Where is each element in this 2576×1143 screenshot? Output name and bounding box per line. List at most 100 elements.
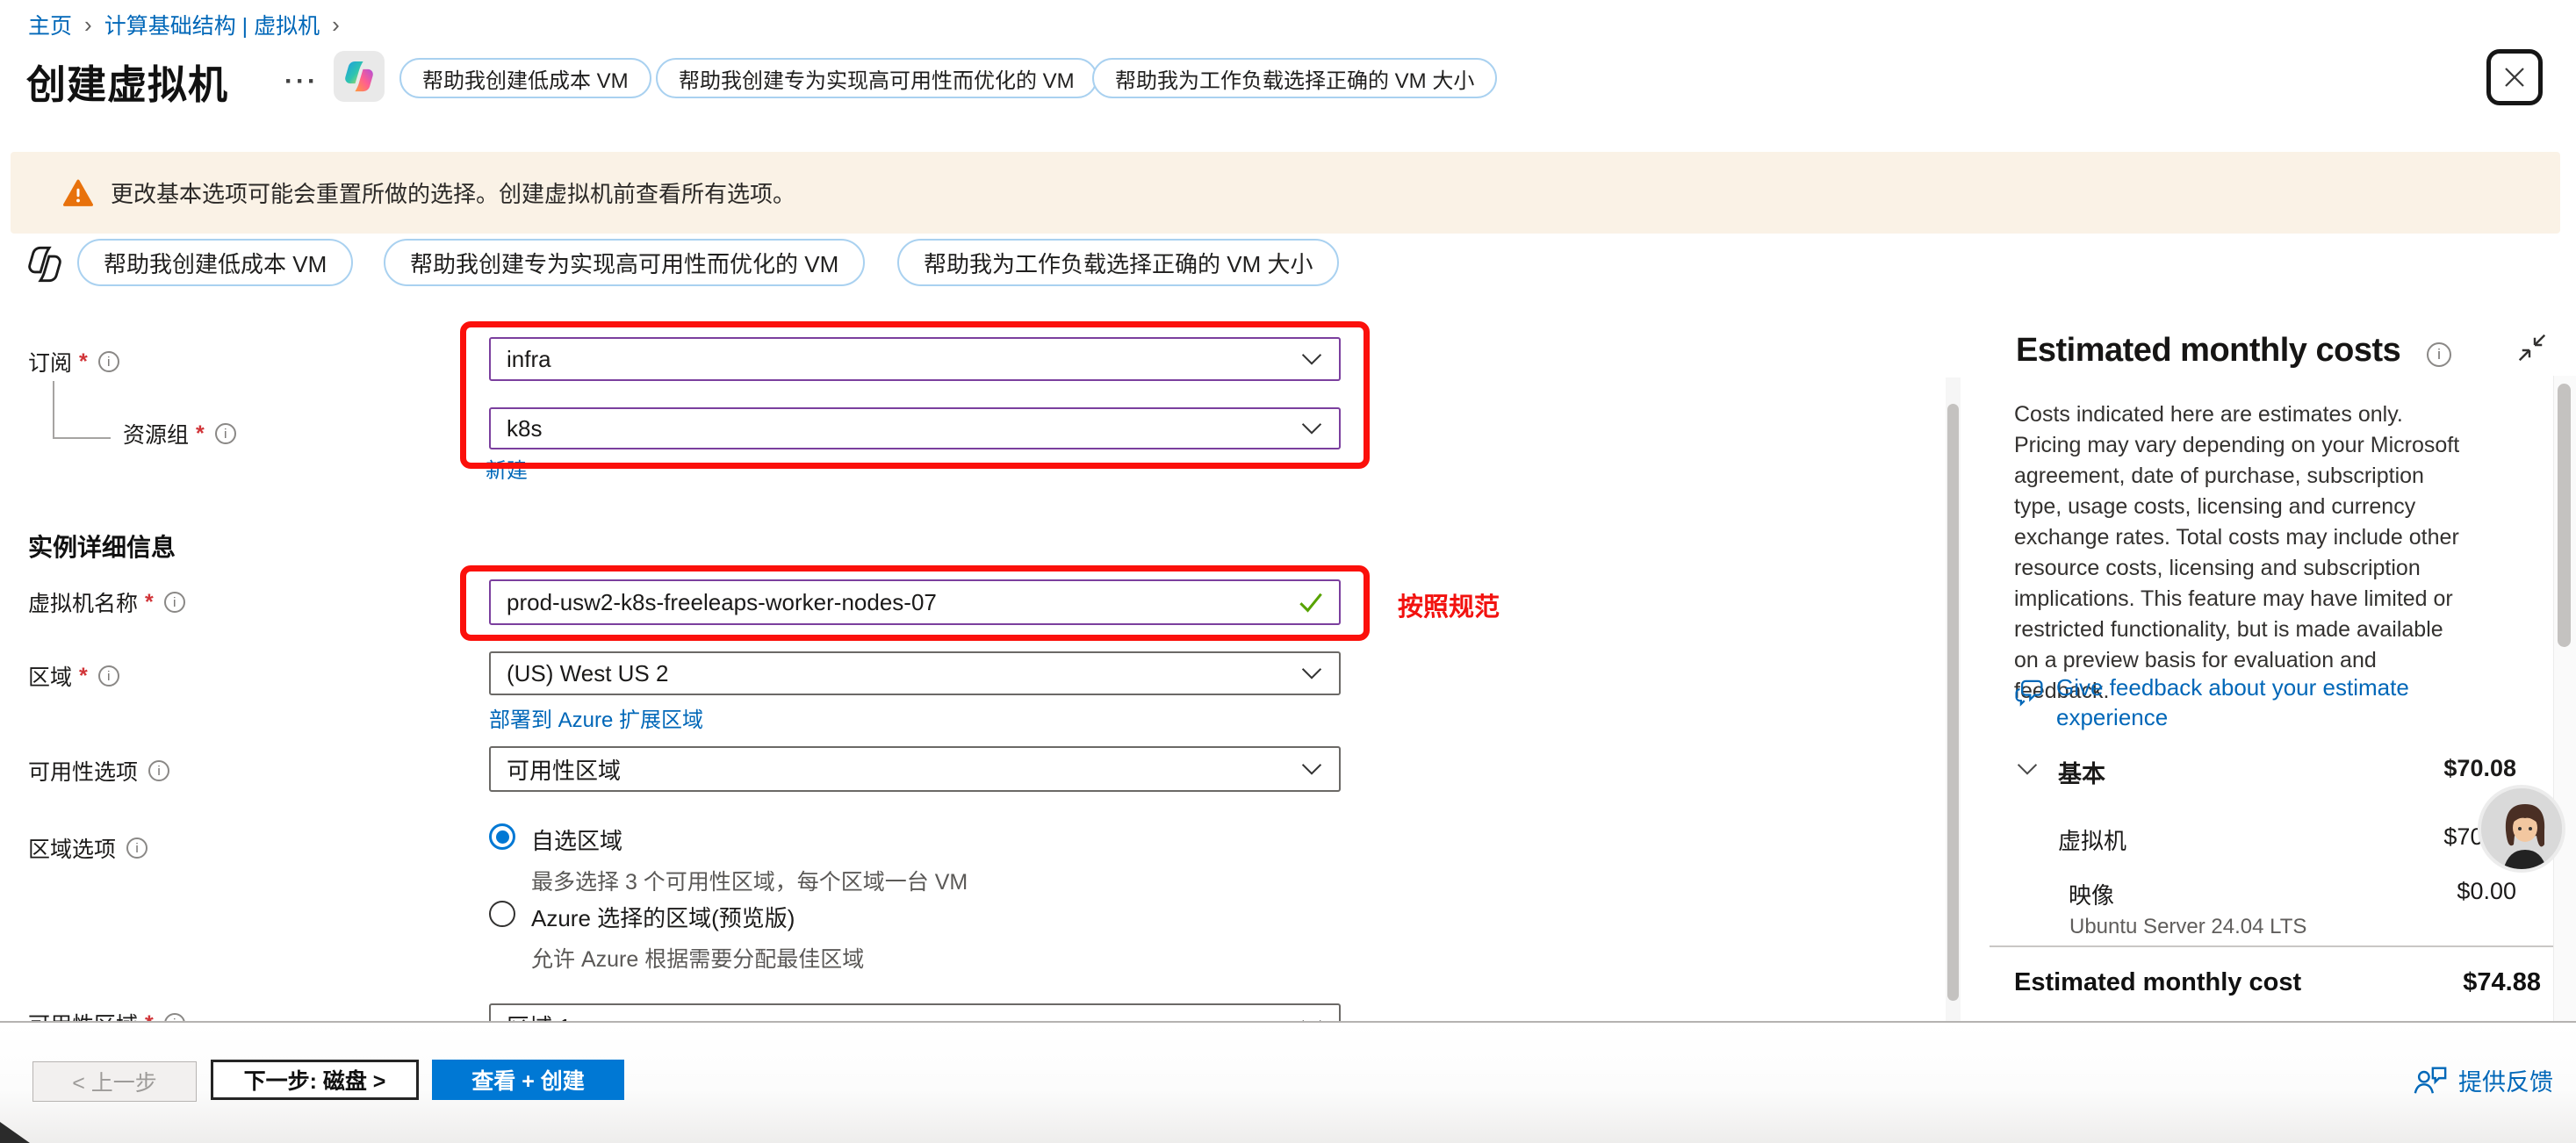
- instance-details-heading: 实例详细信息: [28, 528, 176, 564]
- info-icon[interactable]: i: [164, 592, 185, 613]
- region-dropdown[interactable]: (US) West US 2: [489, 651, 1341, 695]
- estimate-feedback-link[interactable]: Give feedback about your estimate experi…: [2014, 672, 2478, 732]
- resource-group-value: k8s: [507, 415, 1300, 442]
- close-button[interactable]: [2486, 49, 2543, 105]
- availability-options-dropdown[interactable]: 可用性区域: [489, 746, 1341, 792]
- info-icon[interactable]: i: [126, 837, 148, 859]
- close-icon: [2501, 64, 2528, 90]
- vm-name-input[interactable]: prod-usw2-k8s-freeleaps-worker-nodes-07: [489, 579, 1341, 625]
- create-new-resource-group-link[interactable]: 新建: [486, 453, 528, 484]
- subscription-label: 订阅: [28, 346, 72, 377]
- radio-self-select-description: 最多选择 3 个可用性区域，每个区域一台 VM: [531, 865, 968, 896]
- chevron-down-icon: [1300, 666, 1323, 680]
- avatar: [2478, 785, 2565, 873]
- cost-group-label[interactable]: 基本: [2058, 755, 2105, 789]
- required-asterisk: *: [79, 664, 88, 689]
- chevron-down-icon[interactable]: [2016, 762, 2039, 776]
- chevron-down-icon: [1300, 762, 1323, 776]
- cursor-artifact: [0, 1122, 30, 1143]
- warning-icon: [63, 179, 93, 207]
- feedback-link[interactable]: 提供反馈: [2413, 1063, 2553, 1097]
- help-low-cost-vm-button[interactable]: 帮助我创建低成本 VM: [399, 58, 651, 98]
- radio-self-select[interactable]: [489, 823, 515, 850]
- vm-name-annotation: 按照规范: [1398, 586, 1500, 623]
- info-icon[interactable]: i: [98, 665, 119, 687]
- page-scrollbar-thumb[interactable]: [2558, 384, 2571, 647]
- cost-row-image-subtext: Ubuntu Server 24.04 LTS: [2069, 915, 2306, 939]
- field-connector-line: [53, 437, 111, 439]
- copilot-icon: [341, 58, 378, 95]
- collapse-panel-icon[interactable]: [2516, 332, 2548, 363]
- subscription-label-row: 订阅 * i: [28, 346, 119, 377]
- more-options-button[interactable]: ···: [284, 67, 319, 97]
- required-asterisk: *: [196, 421, 205, 447]
- help-low-cost-vm-button-2[interactable]: 帮助我创建低成本 VM: [77, 239, 353, 286]
- warning-text: 更改基本选项可能会重置所做的选择。创建虚拟机前查看所有选项。: [111, 176, 795, 209]
- field-connector-line: [53, 381, 54, 439]
- footer-bar: < 上一步 下一步: 磁盘 > 查看 + 创建 提供反馈: [0, 1021, 2576, 1143]
- vm-name-label-row: 虚拟机名称 * i: [28, 586, 185, 618]
- cost-total-label: Estimated monthly cost: [2014, 968, 2301, 997]
- feedback-link-text: 提供反馈: [2458, 1063, 2553, 1097]
- breadcrumb-home-link[interactable]: 主页: [28, 9, 72, 40]
- radio-self-select-label[interactable]: 自选区域: [531, 823, 968, 856]
- next-step-disks-button[interactable]: 下一步: 磁盘 >: [211, 1060, 419, 1100]
- help-vm-size-button-2[interactable]: 帮助我为工作负载选择正确的 VM 大小: [897, 239, 1339, 286]
- cost-panel-title: Estimated monthly costs: [2016, 332, 2400, 370]
- copilot-outline-icon: [23, 244, 67, 284]
- cost-total-amount: $74.88: [2327, 968, 2541, 997]
- create-vm-page: 主页 › 计算基础结构 | 虚拟机 › 创建虚拟机 ··· 帮助我创建低成本 V…: [0, 0, 2576, 1143]
- help-vm-size-button[interactable]: 帮助我为工作负载选择正确的 VM 大小: [1092, 58, 1497, 98]
- chevron-down-icon: [1300, 421, 1323, 435]
- breadcrumb-separator: ›: [332, 11, 340, 39]
- cost-row-vm-label: 虚拟机: [2058, 823, 2126, 856]
- cost-disclaimer: Costs indicated here are estimates only.…: [2014, 399, 2466, 707]
- help-high-availability-vm-button[interactable]: 帮助我创建专为实现高可用性而优化的 VM: [656, 58, 1097, 98]
- page-title: 创建虚拟机: [26, 53, 228, 110]
- valid-check-icon: [1299, 592, 1323, 613]
- vm-name-label: 虚拟机名称: [28, 586, 138, 618]
- required-asterisk: *: [79, 349, 88, 375]
- zone-options-label: 区域选项: [28, 832, 116, 864]
- vm-name-value: prod-usw2-k8s-freeleaps-worker-nodes-07: [507, 589, 1299, 616]
- info-icon[interactable]: i: [215, 423, 236, 444]
- feedback-bubbles-icon: [2014, 678, 2044, 708]
- edge-zone-link[interactable]: 部署到 Azure 扩展区域: [489, 702, 703, 733]
- region-label-row: 区域 * i: [28, 660, 119, 692]
- resource-group-label-row: 资源组 * i: [123, 418, 236, 449]
- breadcrumb-separator: ›: [84, 11, 92, 39]
- radio-azure-select[interactable]: [489, 901, 515, 927]
- availability-options-label-row: 可用性选项 i: [28, 755, 169, 787]
- radio-azure-select-description: 允许 Azure 根据需要分配最佳区域: [531, 942, 864, 974]
- estimate-feedback-text: Give feedback about your estimate experi…: [2056, 672, 2478, 732]
- info-icon[interactable]: i: [148, 760, 169, 781]
- previous-step-button[interactable]: < 上一步: [32, 1061, 197, 1102]
- warning-banner: 更改基本选项可能会重置所做的选择。创建虚拟机前查看所有选项。: [11, 152, 2560, 234]
- feedback-person-icon: [2413, 1065, 2448, 1096]
- review-create-button[interactable]: 查看 + 创建: [432, 1060, 624, 1100]
- breadcrumb-section-link[interactable]: 计算基础结构 | 虚拟机: [104, 9, 320, 40]
- help-high-availability-vm-button-2[interactable]: 帮助我创建专为实现高可用性而优化的 VM: [384, 239, 865, 286]
- radio-azure-select-label[interactable]: Azure 选择的区域(预览版): [531, 901, 864, 933]
- zone-option-self-select: 自选区域 最多选择 3 个可用性区域，每个区域一台 VM: [489, 823, 968, 896]
- cost-panel-divider: [1990, 945, 2553, 947]
- cost-row-image-amount: $0.00: [2327, 878, 2516, 905]
- subscription-dropdown[interactable]: infra: [489, 337, 1341, 381]
- info-icon[interactable]: i: [2427, 342, 2451, 367]
- breadcrumb: 主页 › 计算基础结构 | 虚拟机 ›: [28, 9, 340, 40]
- resource-group-dropdown[interactable]: k8s: [489, 407, 1341, 449]
- region-value: (US) West US 2: [507, 660, 1300, 687]
- zone-option-azure-select: Azure 选择的区域(预览版) 允许 Azure 根据需要分配最佳区域: [489, 901, 864, 974]
- region-label: 区域: [28, 660, 72, 692]
- content-scrollbar-thumb[interactable]: [1947, 404, 1959, 1001]
- cost-row-image-label: 映像: [2069, 878, 2114, 910]
- info-icon[interactable]: i: [98, 351, 119, 372]
- required-asterisk: *: [145, 590, 154, 615]
- zone-options-label-row: 区域选项 i: [28, 832, 148, 864]
- availability-options-label: 可用性选项: [28, 755, 138, 787]
- subscription-value: infra: [507, 346, 1300, 373]
- resource-group-label: 资源组: [123, 418, 189, 449]
- cost-group-amount: $70.08: [2327, 755, 2516, 782]
- chevron-down-icon: [1300, 352, 1323, 366]
- copilot-button[interactable]: [334, 51, 385, 102]
